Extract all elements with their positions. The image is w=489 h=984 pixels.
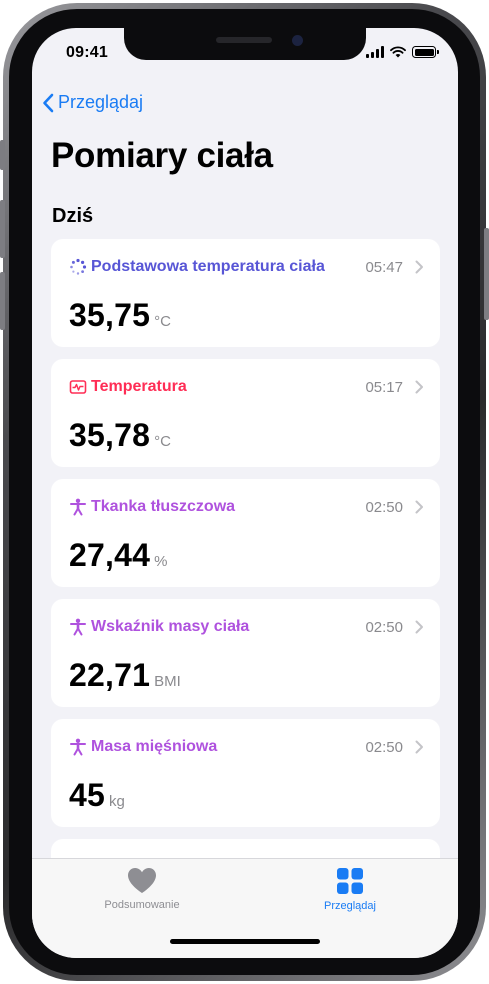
- thermometer-monitor-icon: [69, 380, 87, 394]
- tab-bar: Podsumowanie Przeglądaj: [32, 858, 458, 958]
- status-icons: [366, 46, 439, 58]
- volume-down-button: [0, 272, 5, 330]
- card-value-row: 35,75 °C: [69, 297, 171, 334]
- card-time: 05:17: [365, 378, 403, 396]
- tab-browse-label: Przeglądaj: [324, 900, 376, 912]
- card-value: 22,71: [69, 657, 151, 693]
- card-value: 27,44: [69, 537, 151, 573]
- cellular-signal-icon: [366, 46, 384, 58]
- card-value: 35,78: [69, 417, 151, 453]
- card-value: 35,75: [69, 297, 151, 333]
- card-header: Masa mięśniowa 02:50: [69, 737, 424, 757]
- card-header: Tkanka tłuszczowa 02:50: [69, 497, 424, 517]
- section-title: Dziś: [52, 205, 94, 227]
- tab-browse[interactable]: Przeglądaj: [270, 867, 430, 912]
- chevron-right-icon: [415, 620, 423, 634]
- measurement-card-basal-temperature[interactable]: Podstawowa temperatura ciała 05:47 35,75…: [51, 239, 440, 347]
- chevron-right-icon: [415, 740, 423, 754]
- status-time: 09:41: [66, 44, 108, 61]
- card-header: Temperatura 05:17: [69, 377, 424, 397]
- card-time: 02:50: [365, 618, 403, 636]
- mute-switch: [0, 140, 5, 170]
- screen: 09:41 Przeglądaj Pomiary ciała Dziś Pods…: [32, 28, 458, 958]
- tab-summary[interactable]: Podsumowanie: [62, 867, 222, 911]
- sparkle-dots-icon: [70, 258, 87, 275]
- card-unit: BMI: [154, 673, 181, 690]
- card-unit: %: [154, 553, 168, 570]
- chevron-right-icon: [415, 500, 423, 514]
- card-value: 45: [69, 777, 105, 813]
- card-label: Masa mięśniowa: [91, 738, 218, 755]
- card-value-row: 35,78 °C: [69, 417, 171, 454]
- speaker-grille: [216, 37, 272, 43]
- chevron-right-icon: [415, 380, 423, 394]
- card-value-row: 27,44 %: [69, 537, 167, 574]
- card-time: 02:50: [365, 738, 403, 756]
- measurement-card-body-fat[interactable]: Tkanka tłuszczowa 02:50 27,44 %: [51, 479, 440, 587]
- tab-summary-label: Podsumowanie: [104, 899, 180, 911]
- card-label: Wskaźnik masy ciała: [91, 618, 250, 635]
- person-figure-icon: [70, 498, 86, 516]
- battery-icon: [412, 46, 439, 58]
- chevron-right-icon: [415, 260, 423, 274]
- card-header: Podstawowa temperatura ciała 05:47: [69, 257, 424, 277]
- card-label: Tkanka tłuszczowa: [91, 498, 236, 515]
- measurement-card-temperature[interactable]: Temperatura 05:17 35,78 °C: [51, 359, 440, 467]
- card-value-row: 45 kg: [69, 777, 125, 814]
- chevron-left-icon: [43, 93, 54, 112]
- measurement-card-bmi[interactable]: Wskaźnik masy ciała 02:50 22,71 BMI: [51, 599, 440, 707]
- card-time: 02:50: [365, 498, 403, 516]
- home-indicator[interactable]: [170, 939, 320, 944]
- volume-up-button: [0, 200, 5, 258]
- card-unit: kg: [109, 793, 125, 810]
- card-label: Temperatura: [91, 378, 187, 395]
- wifi-icon: [390, 46, 406, 58]
- back-label: Przeglądaj: [58, 92, 144, 112]
- card-unit: °C: [154, 433, 171, 450]
- card-time: 05:47: [365, 258, 403, 276]
- page-title: Pomiary ciała: [51, 136, 273, 175]
- person-figure-icon: [70, 618, 86, 636]
- card-unit: °C: [154, 313, 171, 330]
- grid-icon: [337, 868, 363, 894]
- heart-icon: [128, 868, 156, 893]
- power-button: [484, 228, 489, 320]
- front-camera: [292, 35, 303, 46]
- card-header: Wskaźnik masy ciała 02:50: [69, 617, 424, 637]
- card-label: Podstawowa temperatura ciała: [91, 258, 325, 275]
- person-figure-icon: [70, 738, 86, 756]
- measurement-card-muscle-mass[interactable]: Masa mięśniowa 02:50 45 kg: [51, 719, 440, 827]
- back-button[interactable]: Przeglądaj: [42, 92, 143, 113]
- card-value-row: 22,71 BMI: [69, 657, 181, 694]
- notch: [124, 28, 366, 60]
